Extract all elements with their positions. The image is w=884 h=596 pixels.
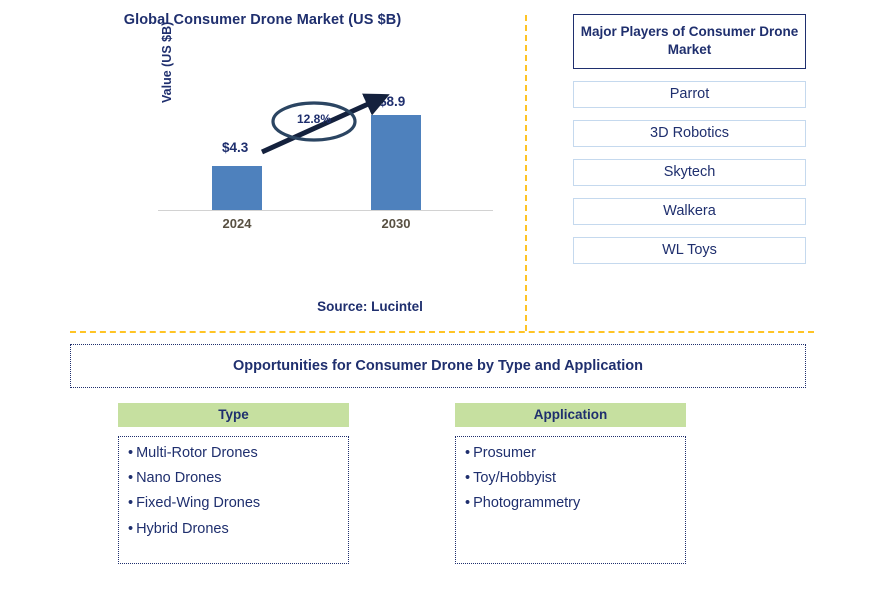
bullet-icon: • xyxy=(465,445,471,461)
cagr-value-label: 12.8% xyxy=(296,112,332,126)
major-players-panel: Major Players of Consumer Drone Market P… xyxy=(573,14,806,265)
horizontal-divider xyxy=(70,331,814,333)
list-item-label: Photogrammetry xyxy=(473,495,581,512)
player-item[interactable]: Parrot xyxy=(573,81,806,109)
list-item: • Fixed-Wing Drones xyxy=(128,496,348,521)
list-item-label: Fixed-Wing Drones xyxy=(136,495,261,512)
player-item[interactable]: Skytech xyxy=(573,159,806,187)
player-item[interactable]: Walkera xyxy=(573,198,806,226)
player-item[interactable]: 3D Robotics xyxy=(573,120,806,148)
bullet-icon: • xyxy=(128,495,134,512)
list-item: • Prosumer xyxy=(465,445,685,471)
list-item: • Toy/Hobbyist xyxy=(465,471,685,496)
list-item: • Multi-Rotor Drones xyxy=(128,445,348,471)
list-item-label: Nano Drones xyxy=(136,470,222,487)
opportunities-heading-box: Opportunities for Consumer Drone by Type… xyxy=(70,344,806,388)
player-item[interactable]: WL Toys xyxy=(573,237,806,265)
type-list: • Multi-Rotor Drones • Nano Drones • Fixed-… xyxy=(118,436,349,564)
vertical-divider xyxy=(525,15,527,331)
list-item: • Hybrid Drones xyxy=(128,520,348,547)
application-column-header: Application xyxy=(455,403,686,427)
major-players-title: Major Players of Consumer Drone Market xyxy=(573,14,806,70)
list-item-label: Toy/Hobbyist xyxy=(473,470,557,487)
bullet-icon: • xyxy=(465,495,471,512)
list-item: • Photogrammetry xyxy=(465,496,685,521)
application-list: • Prosumer • Toy/Hobbyist • Photogrammetry xyxy=(455,436,686,564)
opportunities-heading-text: Opportunities for Consumer Drone by Type… xyxy=(232,358,644,374)
list-item-label: Hybrid Drones xyxy=(136,520,229,537)
list-item-label: Prosumer xyxy=(473,445,536,461)
list-item-label: Multi-Rotor Drones xyxy=(136,445,258,461)
bullet-icon: • xyxy=(128,470,134,487)
source-label: Source: Lucintel xyxy=(317,299,423,314)
chart-panel: Global Consumer Drone Market (US $B) Val… xyxy=(0,0,525,330)
type-column-header: Type xyxy=(118,403,349,427)
bullet-icon: • xyxy=(465,470,471,487)
major-players-list: Parrot 3D Robotics Skytech Walkera WL To… xyxy=(573,81,806,265)
type-column: Type • Multi-Rotor Drones • Nano Drones • F… xyxy=(118,403,349,564)
application-column: Application • Prosumer • Toy/Hobbyist • Pho… xyxy=(455,403,686,564)
cagr-annotation xyxy=(260,93,390,155)
list-item: • Nano Drones xyxy=(128,471,348,496)
bullet-icon: • xyxy=(128,445,134,461)
bullet-icon: • xyxy=(128,520,134,537)
